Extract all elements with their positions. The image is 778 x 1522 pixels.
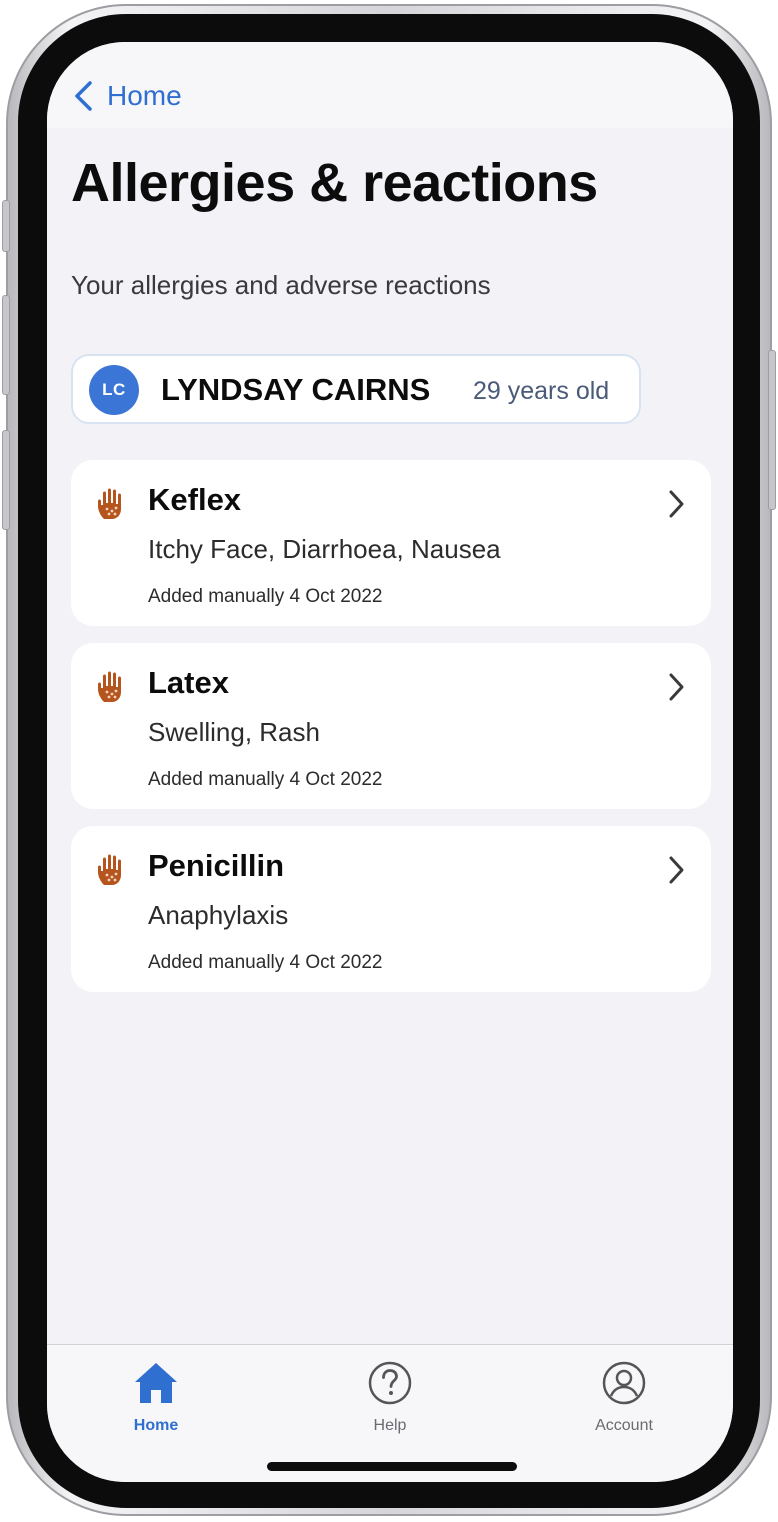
avatar: LC <box>89 365 139 415</box>
allergy-added-date: Added manually 4 Oct 2022 <box>148 769 383 790</box>
mute-switch <box>2 200 10 252</box>
house-icon <box>135 1363 177 1403</box>
tab-label: Account <box>595 1417 653 1434</box>
question-circle-icon <box>368 1361 412 1405</box>
allergy-card-penicillin[interactable]: Penicillin Anaphylaxis Added manually 4 … <box>71 826 711 992</box>
volume-down-button <box>2 430 10 530</box>
patient-name: LYNDSAY CAIRNS <box>161 372 431 407</box>
allergy-added-date: Added manually 4 Oct 2022 <box>148 586 383 607</box>
allergy-card-keflex[interactable]: Keflex Itchy Face, Diarrhoea, Nausea Add… <box>71 460 711 626</box>
allergy-name: Latex <box>148 665 229 700</box>
allergy-name: Keflex <box>148 482 242 517</box>
chevron-left-icon <box>75 81 92 111</box>
allergy-hand-icon <box>98 671 121 702</box>
tab-help[interactable]: Help <box>320 1355 460 1435</box>
patient-age: 29 years old <box>473 377 610 405</box>
allergy-hand-icon <box>98 488 121 519</box>
tab-label: Help <box>373 1417 407 1434</box>
allergy-reactions: Itchy Face, Diarrhoea, Nausea <box>148 534 501 564</box>
chevron-right-icon <box>669 856 684 884</box>
back-label: Home <box>107 80 182 111</box>
tab-home[interactable]: Home <box>86 1355 226 1435</box>
allergy-name: Penicillin <box>148 848 285 883</box>
chevron-right-icon <box>669 490 684 518</box>
page-title: Allergies & reactions <box>71 153 598 213</box>
allergy-added-date: Added manually 4 Oct 2022 <box>148 952 383 973</box>
volume-up-button <box>2 295 10 395</box>
power-button <box>768 350 776 510</box>
patient-banner: LC LYNDSAY CAIRNS 29 years old <box>71 354 641 424</box>
allergy-hand-icon <box>98 854 121 885</box>
app-screen: Home Allergies & reactions Your allergie… <box>47 42 733 1482</box>
page-subtitle: Your allergies and adverse reactions <box>71 270 491 300</box>
person-circle-icon <box>602 1361 646 1405</box>
allergy-reactions: Swelling, Rash <box>148 717 320 747</box>
allergy-card-latex[interactable]: Latex Swelling, Rash Added manually 4 Oc… <box>71 643 711 809</box>
back-button[interactable]: Home <box>73 78 182 114</box>
navigation-bar: Home <box>47 42 733 128</box>
chevron-right-icon <box>669 673 684 701</box>
allergy-reactions: Anaphylaxis <box>148 900 289 930</box>
tab-label: Home <box>133 1417 179 1434</box>
tab-account[interactable]: Account <box>554 1355 694 1435</box>
home-indicator[interactable] <box>267 1462 517 1471</box>
